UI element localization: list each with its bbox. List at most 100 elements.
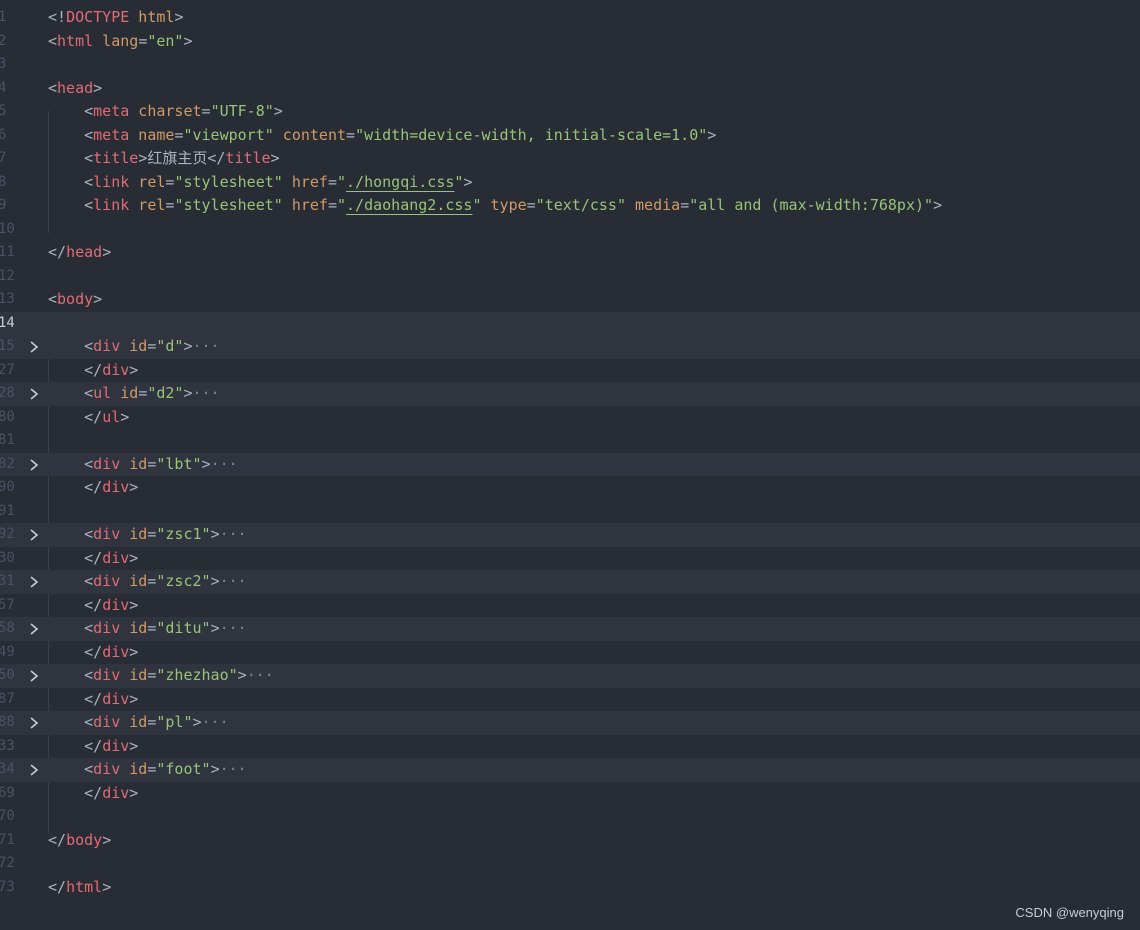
code-line[interactable]: 31 <div id="zsc2">··· <box>0 570 1140 594</box>
code-line[interactable]: 27 </div> <box>0 359 1140 383</box>
code-text: <div id="foot">··· <box>48 758 247 782</box>
code-token: </ <box>48 830 67 849</box>
code-line[interactable]: 58 <div id="ditu">··· <box>0 617 1140 641</box>
line-number: 49 <box>0 643 15 660</box>
chevron-right-icon[interactable] <box>29 341 39 353</box>
code-line[interactable]: 33 </div> <box>0 735 1140 759</box>
chevron-right-icon[interactable] <box>29 388 39 400</box>
code-token: div <box>102 689 130 708</box>
code-token: charset <box>129 102 202 120</box>
code-token: div <box>93 619 121 637</box>
code-line[interactable]: 71 </body> <box>0 829 1140 853</box>
line-number: 7 <box>0 150 7 166</box>
code-token: < <box>48 149 94 167</box>
code-line[interactable]: 49 </div> <box>0 641 1140 665</box>
code-token: </ <box>48 877 67 896</box>
code-token: id <box>120 619 148 637</box>
code-token: ··· <box>219 619 247 637</box>
code-line[interactable]: 15 <div id="d">··· <box>0 335 1140 359</box>
code-line[interactable]: 30 </div> <box>0 547 1140 571</box>
chevron-right-icon[interactable] <box>29 717 39 729</box>
line-number: 73 <box>0 878 15 895</box>
code-line[interactable]: 92 <div id="zsc1">··· <box>0 523 1140 547</box>
line-number: 82 <box>0 455 15 472</box>
code-text: <div id="zsc2">··· <box>48 570 247 594</box>
code-text: </div> <box>48 735 138 759</box>
code-token: > <box>129 642 139 661</box>
code-token: > <box>183 337 193 355</box>
code-line[interactable]: 87 </div> <box>0 688 1140 712</box>
code-token: ··· <box>201 713 229 731</box>
code-line[interactable]: 1 <!DOCTYPE html> <box>0 6 1140 30</box>
code-editor[interactable]: 1 <!DOCTYPE html> 2 <html lang="en"> 3 4 <head… <box>0 6 1140 899</box>
code-token: html <box>57 31 94 50</box>
chevron-right-icon[interactable] <box>29 458 39 471</box>
code-token: </ <box>48 689 103 708</box>
code-line[interactable]: 70 <box>0 805 1140 829</box>
code-line[interactable]: 3 <box>0 53 1140 77</box>
code-token: div <box>93 337 121 355</box>
code-line[interactable]: 5 <meta charset="UTF-8"> <box>0 100 1140 124</box>
code-line[interactable]: 90 </div> <box>0 476 1140 500</box>
code-line[interactable]: 88 <div id="pl">··· <box>0 711 1140 735</box>
code-line[interactable]: 14 <box>0 311 1140 335</box>
code-line[interactable]: 11 </head> <box>0 241 1140 265</box>
code-line[interactable]: 57 </div> <box>0 594 1140 618</box>
chevron-right-icon[interactable] <box>29 576 39 588</box>
code-token: type <box>481 196 527 214</box>
line-number: 92 <box>0 526 15 542</box>
code-text: <div id="zhezhao">··· <box>48 664 274 688</box>
code-token: ··· <box>192 337 220 355</box>
code-token: id <box>120 525 148 543</box>
code-token: ··· <box>210 454 238 473</box>
code-line[interactable]: 69 </div> <box>0 782 1140 806</box>
code-token: > <box>192 713 202 731</box>
code-token: > <box>129 478 139 496</box>
code-line[interactable]: 91 <box>0 500 1140 524</box>
code-token: href <box>282 196 328 214</box>
code-line[interactable]: 50 <div id="zhezhao">··· <box>0 664 1140 688</box>
code-line[interactable]: 34 <div id="foot">··· <box>0 758 1140 782</box>
code-token: id <box>111 384 139 402</box>
code-token: ··· <box>246 666 274 684</box>
code-line[interactable]: 81 <box>0 429 1140 453</box>
code-token: < <box>48 31 58 50</box>
chevron-right-icon[interactable] <box>29 623 39 635</box>
code-token: "zsc1" <box>156 525 211 543</box>
line-number: 69 <box>0 784 15 801</box>
code-line[interactable]: 73 </html> <box>0 876 1140 900</box>
code-line[interactable]: 9 <link rel="stylesheet" href="./daohang… <box>0 194 1140 218</box>
code-token: > <box>129 595 139 614</box>
code-line[interactable]: 82 <div id="lbt">··· <box>0 452 1140 476</box>
code-token: 红旗主页 <box>147 149 208 167</box>
code-token: > <box>707 125 717 144</box>
code-token: > <box>174 8 184 26</box>
code-line[interactable]: 12 <box>0 265 1140 289</box>
code-token: lang <box>93 31 139 50</box>
chevron-right-icon[interactable] <box>29 670 39 682</box>
code-line[interactable]: 8 <link rel="stylesheet" href="./hongqi.… <box>0 171 1140 195</box>
code-token: = <box>327 172 337 191</box>
code-line[interactable]: 4 <head> <box>0 77 1140 101</box>
code-line[interactable]: 6 <meta name="viewport" content="width=d… <box>0 124 1140 148</box>
code-text: </head> <box>48 241 111 265</box>
code-token: < <box>48 760 94 778</box>
code-token: "all and (max-width:768px)" <box>689 196 934 214</box>
chevron-right-icon[interactable] <box>29 764 39 776</box>
code-line[interactable]: 72 <box>0 852 1140 876</box>
code-line[interactable]: 80 </ul> <box>0 406 1140 430</box>
code-token: div <box>102 642 130 661</box>
chevron-right-icon[interactable] <box>29 529 39 541</box>
code-token: < <box>48 290 58 308</box>
code-line[interactable]: 7 <title>红旗主页</title> <box>0 147 1140 171</box>
code-line[interactable]: 13 <body> <box>0 288 1140 312</box>
code-token: </ <box>48 595 103 614</box>
code-line[interactable]: 10 <box>0 218 1140 242</box>
code-line[interactable]: 2 <html lang="en"> <box>0 30 1140 54</box>
code-token: "d" <box>156 337 184 355</box>
code-line[interactable]: 28 <ul id="d2">··· <box>0 382 1140 406</box>
code-text: <link rel="stylesheet" href="./hongqi.cs… <box>48 171 472 195</box>
code-text: <meta charset="UTF-8"> <box>48 100 283 124</box>
code-text: <ul id="d2">··· <box>48 382 219 406</box>
code-token: = <box>138 31 148 50</box>
